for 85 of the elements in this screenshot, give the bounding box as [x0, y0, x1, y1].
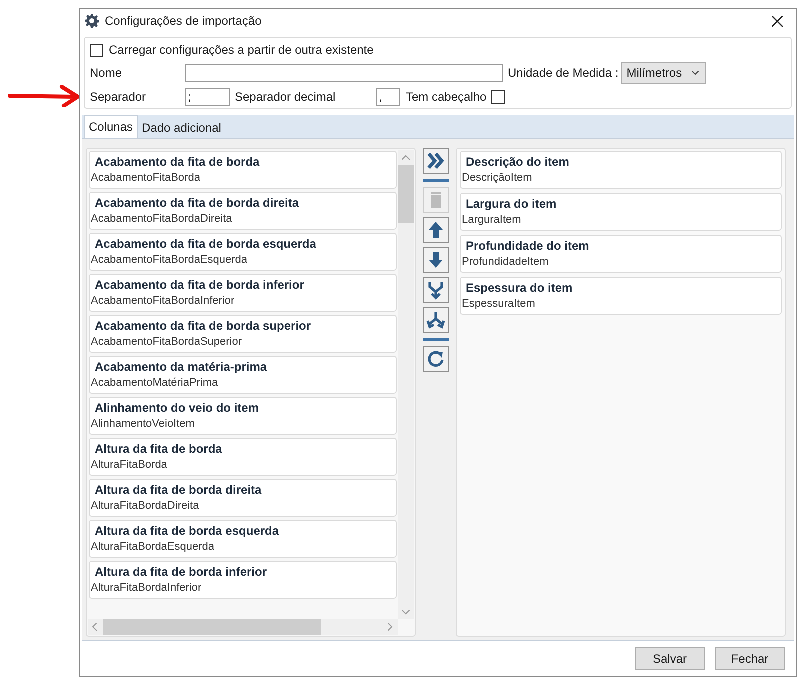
column-card[interactable]: Alinhamento do veio do item AlinhamentoVeioItem [89, 397, 397, 435]
close-icon[interactable] [772, 16, 783, 26]
chevron-left-icon[interactable] [92, 623, 97, 631]
field-label: Nome [90, 65, 124, 82]
unit-dropdown[interactable]: Milímetros [620, 62, 706, 84]
column-field: AcabamentoFitaBordaEsquerda [90, 253, 396, 268]
column-title: Espessura do item [465, 280, 574, 296]
field-label: Separador decimal [235, 89, 337, 106]
column-card[interactable]: Altura da fita de borda inferior AlturaFitaBordaInferior [89, 561, 397, 599]
column-card[interactable]: Profundidade do item ProfundidadeItem [460, 235, 782, 273]
arrow-up-icon [426, 220, 446, 240]
dialog-button[interactable]: Fechar [715, 647, 785, 670]
column-card[interactable]: Altura da fita de borda esquerda AlturaFitaBordaEsquerda [89, 520, 397, 558]
toolbar-button[interactable] [423, 277, 449, 303]
column-title: Altura da fita de borda inferior [94, 564, 268, 580]
column-card[interactable]: Acabamento da fita de borda AcabamentoFitaBorda [89, 151, 397, 189]
column-title: Acabamento da fita de borda esquerda [94, 236, 318, 252]
double-chevron-icon [426, 151, 446, 171]
checkbox[interactable] [90, 44, 103, 56]
column-title: Acabamento da matéria-prima [94, 359, 268, 375]
refresh-icon [426, 349, 446, 369]
merge-icon [426, 280, 446, 300]
separator-input[interactable]: ; [185, 88, 230, 106]
column-card[interactable]: Altura da fita de borda AlturaFitaBorda [89, 438, 397, 476]
column-title: Altura da fita de borda direita [94, 482, 263, 498]
gear-icon [85, 14, 99, 28]
column-card[interactable]: Acabamento da matéria-prima AcabamentoMatériaPrima [89, 356, 397, 394]
column-card[interactable]: Acabamento da fita de borda direita AcabamentoFitaBordaDireita [89, 192, 397, 230]
column-title: Largura do item [465, 196, 558, 212]
column-title: Acabamento da fita de borda [94, 154, 261, 170]
column-title: Acabamento da fita de borda inferior [94, 277, 306, 293]
field-label: Separador [90, 89, 148, 106]
window-title: Configurações de importação [105, 13, 262, 30]
chevron-up-icon[interactable] [402, 155, 410, 160]
column-field: ProfundidadeItem [461, 255, 781, 270]
vertical-scrollbar[interactable] [398, 150, 414, 619]
horizontal-scrollbar[interactable] [88, 619, 398, 635]
column-field: AcabamentoFitaBordaInferior [90, 294, 396, 309]
checkbox[interactable] [490, 90, 505, 104]
column-title: Acabamento da fita de borda superior [94, 318, 312, 334]
scroll-thumb[interactable] [398, 165, 414, 223]
column-title: Altura da fita de borda esquerda [94, 523, 280, 539]
column-card[interactable]: Altura da fita de borda direita AlturaFitaBordaDireita [89, 479, 397, 517]
checkbox-label: Tem cabeçalho [406, 89, 487, 106]
column-title: Alinhamento do veio do item [94, 400, 260, 416]
column-field: AlturaFitaBordaDireita [90, 499, 396, 514]
field-label: Unidade de Medida : [508, 65, 619, 82]
column-field: AcabamentoFitaBordaDireita [90, 212, 396, 227]
arrow-down-icon [426, 250, 446, 270]
column-field: AlturaFitaBordaEsquerda [90, 540, 396, 555]
column-card[interactable]: Acabamento da fita de borda esquerda AcabamentoFitaBordaEsquerda [89, 233, 397, 271]
column-title: Acabamento da fita de borda direita [94, 195, 300, 211]
checkbox-label: Carregar configurações a partir de outra existente [109, 42, 374, 59]
column-field: EspessuraItem [461, 297, 781, 312]
split-icon [426, 310, 446, 330]
name-input[interactable] [185, 64, 503, 82]
column-field: AcabamentoMatériaPrima [90, 376, 396, 391]
column-field: LarguraItem [461, 213, 781, 228]
column-title: Altura da fita de borda [94, 441, 224, 457]
chevron-down-icon [692, 71, 700, 75]
decimal-separator-input[interactable]: , [376, 88, 400, 106]
column-field: AlturaFitaBorda [90, 458, 396, 473]
column-card[interactable]: Descrição do item DescriçãoItem [460, 151, 782, 189]
column-card[interactable]: Acabamento da fita de borda superior AcabamentoFitaBordaSuperior [89, 315, 397, 353]
tab[interactable]: Dado adicional [138, 117, 226, 138]
column-title: Descrição do item [465, 154, 570, 170]
column-card[interactable]: Largura do item LarguraItem [460, 193, 782, 231]
toolbar-button[interactable] [423, 247, 449, 273]
tab[interactable]: Colunas [84, 115, 138, 138]
chevron-right-icon[interactable] [388, 623, 393, 631]
chevron-down-icon[interactable] [402, 610, 410, 615]
column-field: AcabamentoFitaBordaSuperior [90, 335, 396, 350]
dialog-button[interactable]: Salvar [635, 647, 705, 670]
toolbar-button[interactable] [423, 307, 449, 333]
column-title: Profundidade do item [465, 238, 590, 254]
column-field: AcabamentoFitaBorda [90, 171, 396, 186]
scroll-thumb[interactable] [103, 619, 321, 635]
column-card[interactable]: Espessura do item EspessuraItem [460, 277, 782, 315]
toolbar-button[interactable] [423, 217, 449, 243]
toolbar-button[interactable] [423, 346, 449, 372]
column-field: AlturaFitaBordaInferior [90, 581, 396, 596]
column-field: AlinhamentoVeioItem [90, 417, 396, 432]
column-card[interactable]: Acabamento da fita de borda inferior AcabamentoFitaBordaInferior [89, 274, 397, 312]
toolbar-button[interactable] [423, 148, 449, 174]
column-field: DescriçãoItem [461, 171, 781, 186]
